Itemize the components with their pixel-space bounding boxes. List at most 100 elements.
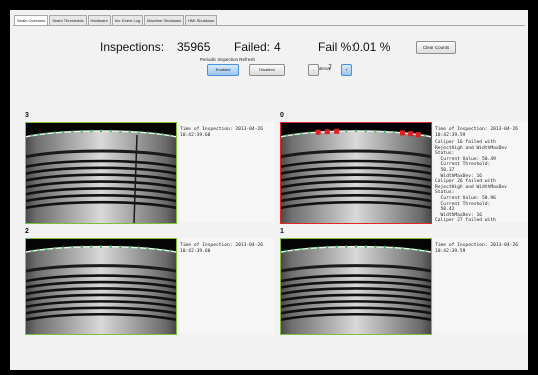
- interval-value: 7: [328, 65, 332, 71]
- inspection-time-value: 10:42:39.60: [180, 132, 211, 138]
- caliper-marker: [308, 131, 311, 135]
- caliper-marker: [154, 132, 157, 135]
- caliper-marker: [285, 134, 288, 137]
- caliper-marker: [317, 246, 320, 249]
- tab-machine-shutdown[interactable]: Machine Shutdown: [144, 15, 185, 25]
- disabled-button[interactable]: Disabled: [249, 64, 285, 76]
- caliper-marker: [364, 245, 367, 248]
- can-image: [281, 123, 431, 223]
- defect-marker: [334, 128, 340, 134]
- inspection-time-value: 10:42:39.60: [180, 248, 211, 254]
- tab-seam-overview[interactable]: Seam Overview: [14, 15, 49, 25]
- caliper-marker: [374, 130, 377, 133]
- caliper-marker: [137, 131, 140, 134]
- caliper-marker: [154, 247, 157, 251]
- defect-marker: [324, 129, 330, 135]
- panel-number: 3: [25, 112, 29, 119]
- caliper-marker: [119, 245, 122, 249]
- caliper-marker: [128, 246, 131, 249]
- caliper-marker: [80, 130, 83, 133]
- caliper-marker: [109, 245, 112, 248]
- inspections-label: Inspections:: [100, 40, 165, 54]
- caliper-marker: [392, 246, 395, 249]
- fail-percent-label: Fail %:: [318, 40, 355, 54]
- caliper-marker: [169, 134, 172, 137]
- caliper-marker: [345, 129, 348, 133]
- caliper-marker: [30, 249, 33, 253]
- caliper-marker: [355, 245, 357, 248]
- caliper-marker: [392, 131, 395, 134]
- tab-hardware[interactable]: Hardware: [87, 15, 111, 25]
- caliper-marker: [162, 248, 165, 252]
- tab-inv-event-log[interactable]: Inv. Event Log: [111, 15, 144, 25]
- caliper-marker: [345, 245, 348, 248]
- caliper-marker: [90, 129, 93, 133]
- caliper-marker: [37, 133, 40, 136]
- defect-marker: [415, 132, 421, 138]
- inspection-time-value: 10:42:39.59: [435, 132, 466, 138]
- failed-value: 4: [274, 40, 281, 54]
- camera-image-1[interactable]: [280, 238, 432, 335]
- caliper-marker: [424, 249, 427, 253]
- caliper-marker: [53, 131, 56, 135]
- caliper-marker: [30, 134, 33, 137]
- interval-decrease-button[interactable]: -: [308, 64, 319, 76]
- tab-bar: Seam Overview Seam Thresholds Hardware I…: [14, 15, 218, 25]
- caliper-marker: [80, 245, 83, 249]
- interval-increase-button[interactable]: +: [341, 64, 352, 76]
- app-window: Seam Overview Seam Thresholds Hardware I…: [10, 10, 528, 370]
- enabled-button[interactable]: Enabled: [207, 64, 239, 76]
- panel-number: 2: [25, 228, 29, 235]
- caliper-marker: [100, 245, 102, 248]
- defect-marker: [315, 129, 321, 135]
- inspection-time-value: 10:42:39.59: [435, 248, 466, 254]
- caliper-marker: [417, 248, 420, 252]
- caliper-marker: [53, 247, 56, 250]
- camera-image-3[interactable]: [25, 122, 177, 224]
- caliper-marker: [62, 246, 65, 249]
- can-image: [26, 123, 176, 223]
- tab-divider: [13, 25, 525, 26]
- caliper-marker: [109, 129, 112, 133]
- defect-marker: [400, 130, 405, 136]
- caliper-marker: [90, 245, 93, 248]
- caliper-marker: [292, 248, 295, 252]
- tab-hmi-shutdown[interactable]: HMI Shutdown: [185, 15, 218, 25]
- camera-image-0[interactable]: [280, 122, 432, 224]
- caliper-marker: [128, 130, 131, 133]
- tab-seam-thresholds[interactable]: Seam Thresholds: [49, 15, 87, 25]
- can-image: [281, 239, 431, 334]
- fail-percent-value: 0.01 %: [353, 40, 391, 54]
- caliper-marker: [100, 129, 102, 133]
- caliper-marker: [401, 247, 404, 250]
- caliper-marker: [137, 246, 140, 249]
- caliper-marker: [146, 247, 149, 250]
- inspections-value: 35965: [177, 40, 211, 54]
- caliper-marker: [300, 132, 303, 135]
- refresh-title: Periodic Inspection Refresh: [200, 57, 256, 62]
- caliper-marker: [162, 133, 165, 136]
- caliper-marker: [62, 131, 65, 134]
- caliper-marker: [335, 245, 338, 249]
- caliper-marker: [45, 247, 48, 251]
- caliper-marker: [326, 246, 329, 249]
- can-image: [26, 239, 176, 334]
- failure-details: Caliper 16 failed with RejectHigh and Wi…: [435, 140, 507, 224]
- caliper-marker: [300, 247, 303, 251]
- caliper-marker: [374, 245, 377, 249]
- caliper-marker: [146, 131, 149, 135]
- caliper-marker: [169, 249, 172, 253]
- caliper-marker: [355, 129, 357, 133]
- caliper-marker: [71, 130, 74, 133]
- caliper-marker: [292, 133, 295, 136]
- caliper-marker: [383, 130, 386, 133]
- caliper-marker: [364, 129, 367, 133]
- panel-number: 1: [280, 228, 284, 235]
- clear-counts-button[interactable]: Clear Counts: [416, 41, 456, 54]
- caliper-marker: [45, 132, 48, 135]
- caliper-marker: [71, 246, 74, 249]
- defect-marker: [408, 131, 414, 137]
- caliper-marker: [409, 247, 412, 251]
- caliper-marker: [383, 246, 386, 249]
- camera-image-2[interactable]: [25, 238, 177, 335]
